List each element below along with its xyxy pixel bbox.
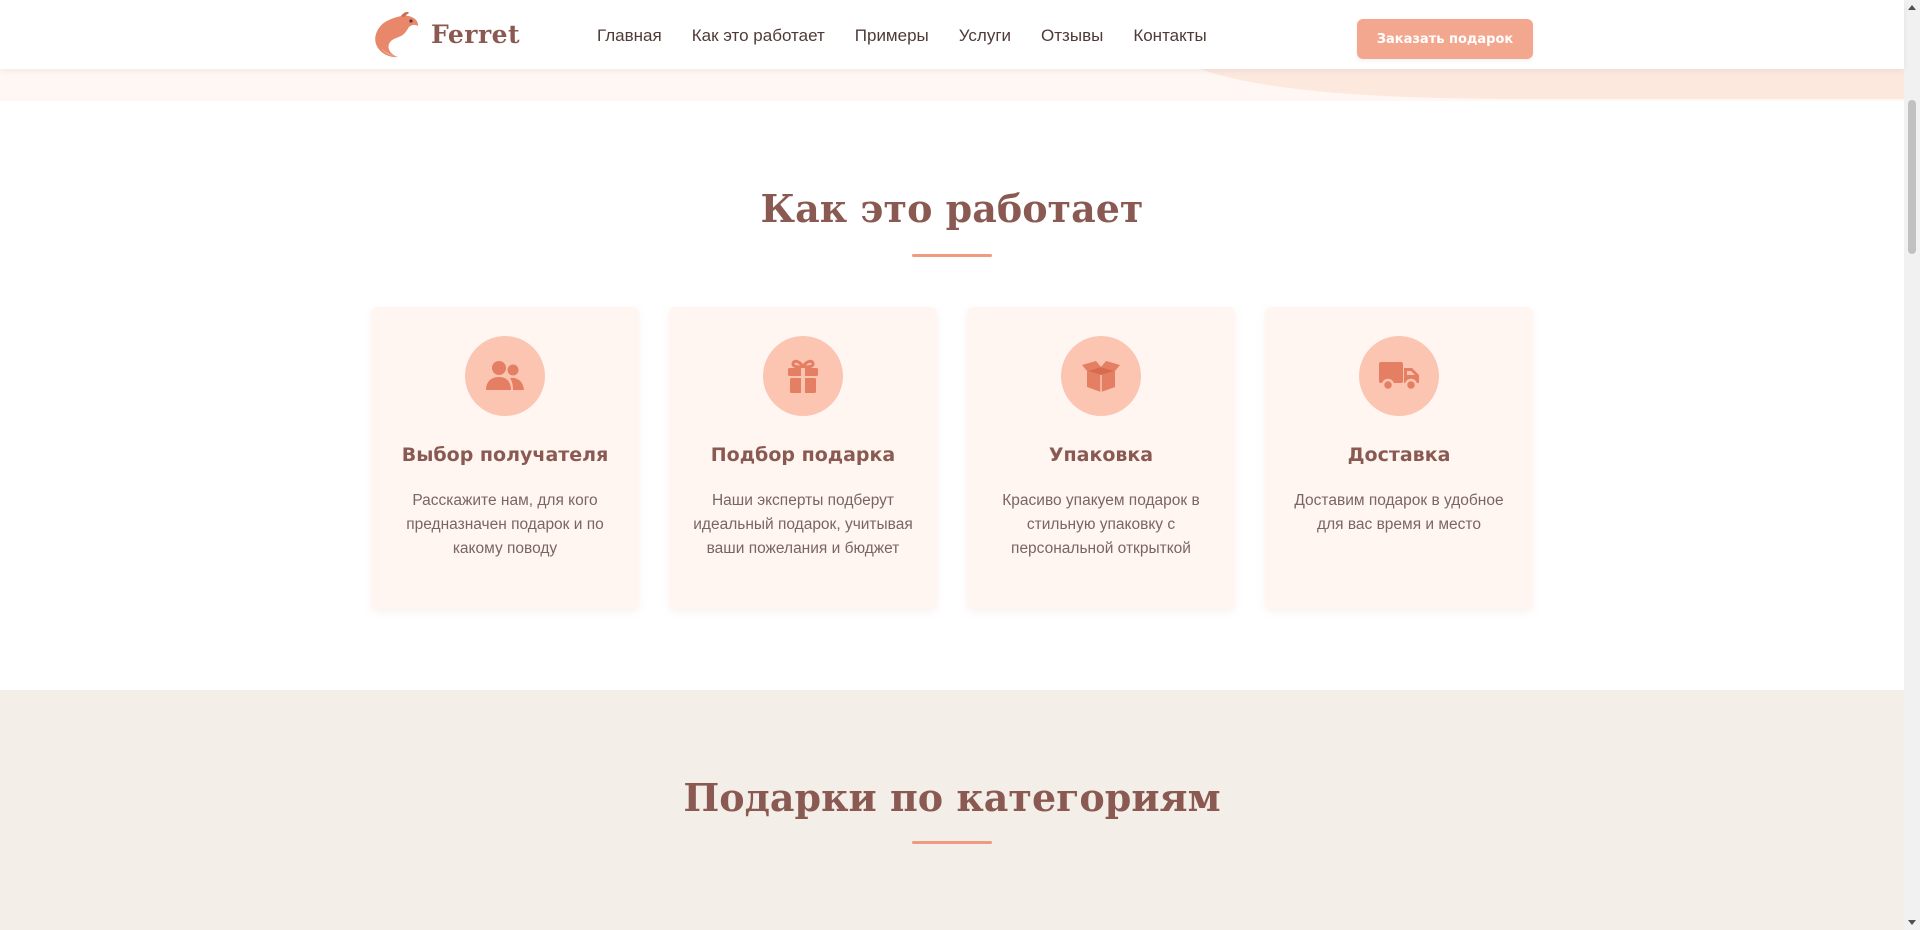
nav-examples[interactable]: Примеры: [855, 26, 929, 46]
gift-icon: [763, 336, 843, 416]
step-title: Выбор получателя: [401, 444, 609, 466]
logo-link[interactable]: Ferret: [371, 8, 520, 60]
step-title: Подбор подарка: [710, 444, 896, 466]
step-card-selection: Подбор подарка Наши эксперты подберут ид…: [669, 307, 937, 609]
ferret-logo-icon: [375, 12, 419, 58]
step-description: Красиво упакуем подарок в стильную упако…: [1002, 492, 1200, 557]
hero-wave-decoration: [1200, 69, 1904, 99]
hero-bottom-band: [0, 69, 1904, 101]
page-scrollbar[interactable]: [1904, 0, 1920, 930]
step-description: Доставим подарок в удобное для вас время…: [1294, 492, 1504, 533]
section-title: Подарки по категориям: [683, 775, 1221, 820]
nav-how-it-works[interactable]: Как это работает: [692, 26, 825, 46]
nav-reviews[interactable]: Отзывы: [1041, 26, 1103, 46]
box-open-icon: [1061, 336, 1141, 416]
logo-text: Ferret: [431, 19, 521, 49]
section-title: Как это работает: [760, 186, 1144, 231]
scroll-up-arrow-icon[interactable]: [1908, 5, 1916, 10]
truck-icon: [1359, 336, 1439, 416]
gift-categories-section: Подарки по категориям: [0, 690, 1904, 930]
users-icon: [465, 336, 545, 416]
title-underline: [912, 254, 992, 257]
how-it-works-section: Как это работает Выбор получателя Расска…: [0, 101, 1904, 690]
step-card-packaging: Упаковка Красиво упакуем подарок в стиль…: [967, 307, 1235, 609]
site-header: Ferret Главная Как это работает Примеры …: [0, 0, 1904, 69]
step-card-recipient: Выбор получателя Расскажите нам, для ког…: [371, 307, 639, 609]
nav-home[interactable]: Главная: [597, 26, 662, 46]
step-title: Доставка: [1347, 444, 1451, 466]
nav-contacts[interactable]: Контакты: [1133, 26, 1206, 46]
step-title: Упаковка: [1048, 444, 1154, 466]
step-description: Наши эксперты подберут идеальный подарок…: [693, 492, 913, 557]
title-underline: [912, 841, 992, 844]
scroll-thumb[interactable]: [1908, 100, 1916, 254]
step-card-delivery: Доставка Доставим подарок в удобное для …: [1265, 307, 1533, 609]
scroll-down-arrow-icon[interactable]: [1908, 920, 1916, 925]
step-description: Расскажите нам, для кого предназначен по…: [406, 492, 604, 557]
order-gift-button[interactable]: Заказать подарок: [1357, 19, 1533, 59]
nav-services[interactable]: Услуги: [959, 26, 1011, 46]
main-nav: Главная Как это работает Примеры Услуги …: [597, 26, 1207, 46]
